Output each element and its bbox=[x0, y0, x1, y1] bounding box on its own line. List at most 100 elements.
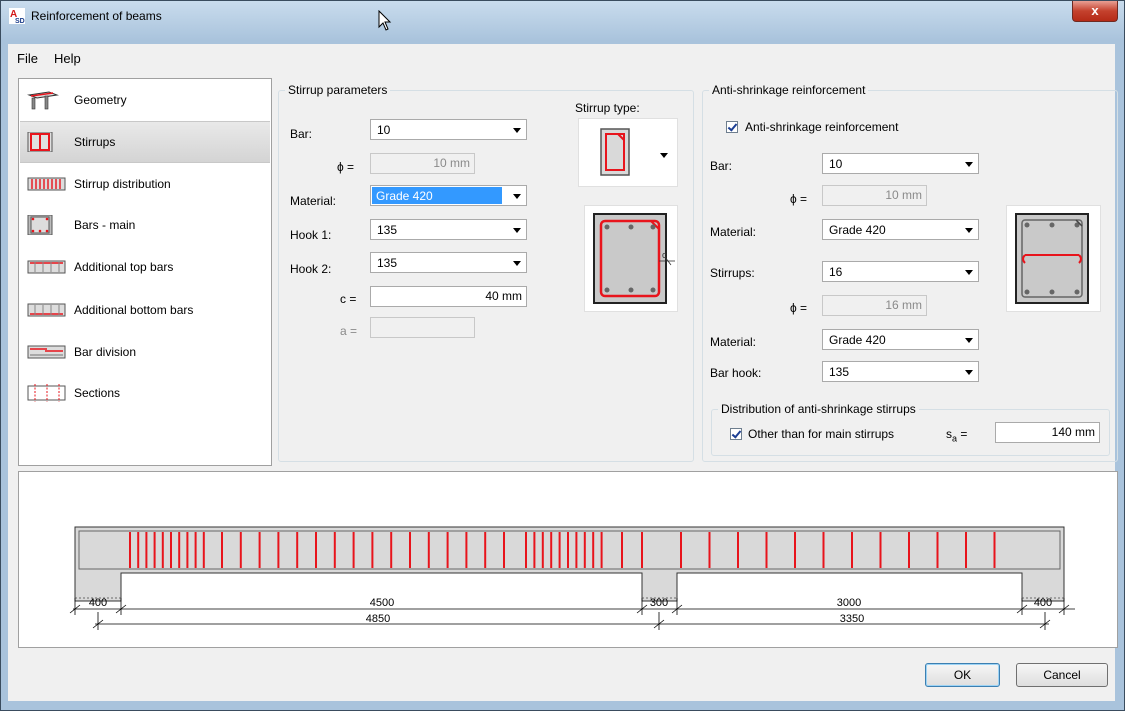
anti-material1-select[interactable]: Grade 420 bbox=[822, 219, 979, 240]
chevron-down-icon bbox=[965, 162, 973, 167]
hook2-label: Hook 2: bbox=[290, 262, 332, 276]
anti-bar-value: 10 bbox=[829, 157, 843, 171]
nav-label-stirrup-distribution: Stirrup distribution bbox=[74, 177, 171, 191]
section-c-label: c bbox=[662, 250, 667, 260]
hook1-value: 135 bbox=[377, 223, 398, 237]
anti-material2-select[interactable]: Grade 420 bbox=[822, 329, 979, 350]
stirrups-icon bbox=[27, 132, 53, 152]
ok-button[interactable]: OK bbox=[925, 663, 1000, 687]
mouse-cursor-icon bbox=[378, 10, 392, 31]
dim-300: 300 bbox=[650, 597, 668, 609]
hook2-value: 135 bbox=[377, 256, 398, 270]
dim-4500: 4500 bbox=[370, 597, 394, 609]
title-bar[interactable]: A SD Reinforcement of beams x bbox=[1, 1, 1124, 31]
chevron-down-icon bbox=[513, 261, 521, 266]
distribution-title: Distribution of anti-shrinkage stirrups bbox=[718, 402, 919, 416]
anti-shrinkage-checkbox[interactable] bbox=[726, 121, 738, 133]
geometry-icon bbox=[27, 91, 59, 110]
nav-label-sections: Sections bbox=[74, 386, 121, 400]
stirrup-bar-select[interactable]: 10 bbox=[370, 119, 527, 140]
stirrup-type-select[interactable] bbox=[578, 118, 678, 187]
nav-label-stirrups: Stirrups bbox=[74, 135, 116, 149]
beam-elevation-panel: 400 4500 300 3000 400 4850 3350 bbox=[18, 471, 1118, 648]
bar-hook-label: Bar hook: bbox=[710, 366, 762, 380]
beam-elevation-drawing: 400 4500 300 3000 400 4850 3350 bbox=[69, 526, 1075, 630]
chevron-down-icon bbox=[513, 194, 521, 199]
nav-label-geometry: Geometry bbox=[74, 93, 127, 107]
anti-material1-value: Grade 420 bbox=[829, 223, 886, 237]
nav-item-bars-main[interactable]: Bars - main bbox=[20, 205, 270, 245]
anti-phi1-label: ϕ = bbox=[790, 192, 808, 206]
other-than-main-checkbox[interactable] bbox=[730, 428, 742, 440]
nav-item-additional-bottom-bars[interactable]: Additional bottom bars bbox=[20, 290, 270, 330]
stirrup-type-preview-icon bbox=[600, 128, 668, 176]
nav-item-bar-division[interactable]: Bar division bbox=[20, 332, 270, 372]
additional-top-bars-icon bbox=[27, 260, 66, 274]
nav-label-bars-main: Bars - main bbox=[74, 218, 136, 232]
menu-file[interactable]: File bbox=[17, 51, 38, 66]
stirrup-bar-label: Bar: bbox=[290, 127, 313, 141]
nav-item-additional-top-bars[interactable]: Additional top bars bbox=[20, 247, 270, 287]
bars-main-icon bbox=[27, 215, 53, 235]
chevron-down-icon bbox=[965, 228, 973, 233]
nav-item-geometry[interactable]: Geometry bbox=[20, 80, 270, 120]
dim-4850: 4850 bbox=[366, 613, 390, 625]
anti-shrinkage-section-preview bbox=[1006, 205, 1101, 312]
stirrup-material-select[interactable]: Grade 420 bbox=[370, 185, 527, 206]
app-icon: A SD bbox=[9, 8, 25, 24]
anti-stirrups-select[interactable]: 16 bbox=[822, 261, 979, 282]
anti-phi2-label: ϕ = bbox=[790, 301, 808, 315]
anti-shrinkage-title: Anti-shrinkage reinforcement bbox=[709, 83, 869, 97]
anti-material1-label: Material: bbox=[710, 225, 757, 239]
cancel-button[interactable]: Cancel bbox=[1016, 663, 1108, 687]
sa-field[interactable]: 140 mm bbox=[995, 422, 1100, 443]
anti-shrinkage-checkbox-label[interactable]: Anti-shrinkage reinforcement bbox=[745, 120, 898, 134]
stirrup-material-label: Material: bbox=[290, 194, 337, 208]
anti-bar-label: Bar: bbox=[710, 159, 733, 173]
dim-3350: 3350 bbox=[840, 613, 864, 625]
hook1-select[interactable]: 135 bbox=[370, 219, 527, 240]
close-button[interactable]: x bbox=[1072, 1, 1118, 22]
hook2-select[interactable]: 135 bbox=[370, 252, 527, 273]
anti-phi2-field: 16 mm bbox=[822, 295, 927, 316]
nav-item-stirrups[interactable]: Stirrups bbox=[20, 121, 270, 163]
stirrup-parameters-title: Stirrup parameters bbox=[285, 83, 391, 97]
chevron-down-icon bbox=[965, 370, 973, 375]
other-than-main-label[interactable]: Other than for main stirrups bbox=[748, 427, 894, 441]
cover-c-label: c = bbox=[340, 292, 357, 306]
chevron-down-icon bbox=[513, 128, 521, 133]
sa-label: sa = bbox=[946, 427, 967, 443]
chevron-down-icon bbox=[513, 228, 521, 233]
stirrup-phi-label: ϕ = bbox=[337, 160, 355, 174]
anti-material2-value: Grade 420 bbox=[829, 333, 886, 347]
bar-division-icon bbox=[27, 345, 66, 359]
menu-bar: File Help bbox=[8, 44, 1115, 72]
anti-phi1-field: 10 mm bbox=[822, 185, 927, 206]
stirrup-type-label: Stirrup type: bbox=[575, 101, 640, 115]
stirrup-section-icon: c bbox=[593, 213, 675, 304]
bar-hook-value: 135 bbox=[829, 365, 850, 379]
nav-item-stirrup-distribution[interactable]: Stirrup distribution bbox=[20, 164, 270, 204]
nav-item-sections[interactable]: Sections bbox=[20, 373, 270, 413]
cover-c-field[interactable]: 40 mm bbox=[370, 286, 527, 307]
nav-label-bar-division: Bar division bbox=[74, 345, 137, 359]
bar-hook-select[interactable]: 135 bbox=[822, 361, 979, 382]
chevron-down-icon bbox=[965, 338, 973, 343]
anti-bar-select[interactable]: 10 bbox=[822, 153, 979, 174]
navigation-panel: Geometry Stirrups Stirrup distribution B… bbox=[18, 78, 272, 466]
chevron-down-icon bbox=[660, 153, 668, 158]
anti-stirrups-value: 16 bbox=[829, 265, 843, 279]
stirrup-material-value: Grade 420 bbox=[372, 187, 502, 204]
sa-subscript: a bbox=[952, 433, 958, 444]
chevron-down-icon bbox=[965, 270, 973, 275]
window-title: Reinforcement of beams bbox=[31, 9, 162, 23]
additional-bottom-bars-icon bbox=[27, 303, 66, 317]
dim-400-right: 400 bbox=[1034, 597, 1052, 609]
menu-help[interactable]: Help bbox=[54, 51, 81, 66]
stirrup-bar-value: 10 bbox=[377, 123, 391, 137]
stirrup-distribution-icon bbox=[27, 177, 66, 191]
a-field bbox=[370, 317, 475, 338]
nav-label-additional-top-bars: Additional top bars bbox=[74, 260, 174, 274]
dim-3000: 3000 bbox=[837, 597, 861, 609]
anti-shrinkage-section-icon bbox=[1015, 213, 1089, 304]
